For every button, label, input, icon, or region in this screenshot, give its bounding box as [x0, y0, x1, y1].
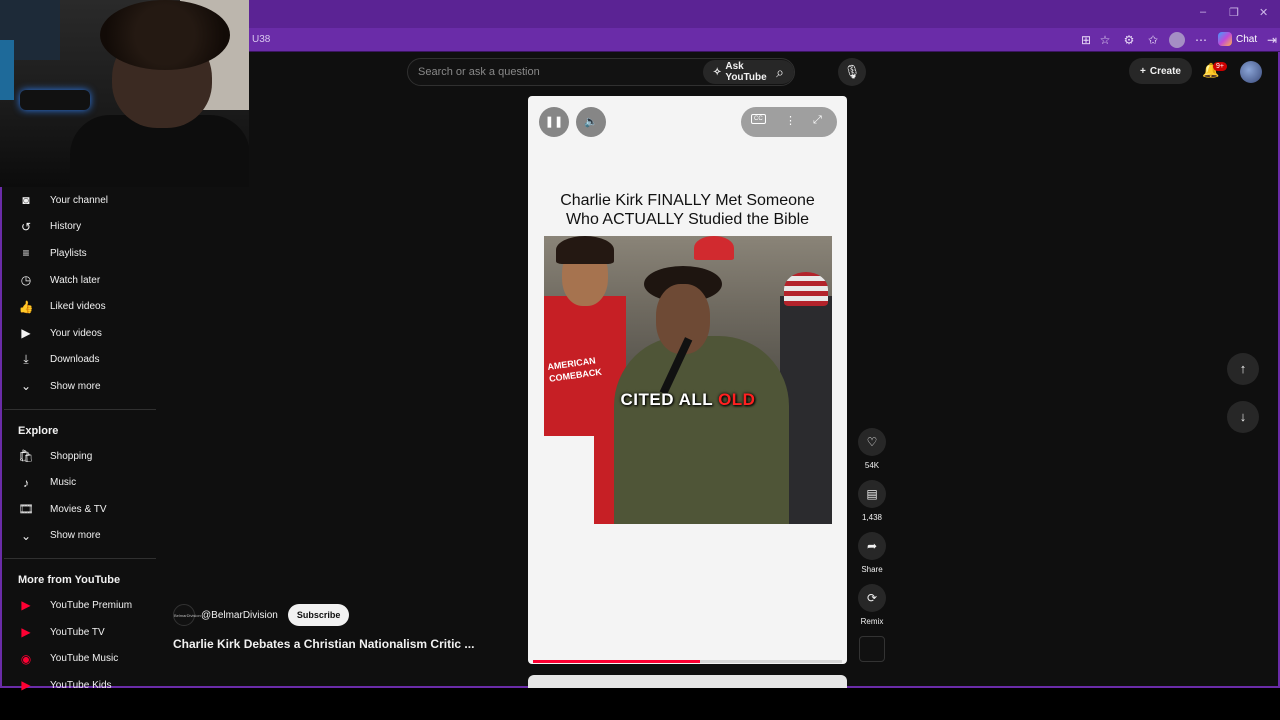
captions-icon[interactable]: CC	[751, 114, 766, 124]
microphone-icon[interactable]: 🎙	[838, 58, 866, 86]
chat-label: Chat	[1236, 33, 1258, 45]
chevron-down-icon: ⌄	[20, 528, 32, 543]
arrow-down-icon[interactable]: ↓	[1227, 401, 1259, 433]
sidebar-item-watch-later[interactable]: ◷ Watch later	[4, 267, 156, 294]
like-action: ♡ 54K	[856, 428, 888, 480]
sidebar-item-music[interactable]: ♪ Music	[4, 469, 156, 496]
sound-action	[856, 636, 888, 666]
streamer-microphone	[20, 90, 90, 110]
webcam-overlay	[0, 0, 249, 187]
account-avatar[interactable]	[1240, 61, 1262, 83]
film-icon: 🎞	[18, 502, 34, 517]
sidebar-item-history[interactable]: ↺ History	[4, 214, 156, 241]
more-options-icon[interactable]: ⋯	[1193, 32, 1209, 48]
favorite-star-icon[interactable]: ☆	[1097, 32, 1113, 48]
remix-action: ⟳ Remix	[856, 584, 888, 636]
shorts-player[interactable]: ❚❚ 🔈 CC ⋮ ⤢ Charlie Kirk FINALLY Met Som…	[528, 96, 847, 664]
download-icon: ⤓	[23, 352, 29, 367]
heart-icon[interactable]: ♡	[858, 428, 886, 456]
youtube-kids-icon: ▶	[21, 678, 31, 693]
volume-icon[interactable]: 🔈	[576, 107, 606, 137]
sidebar-item-explore-show-more[interactable]: ⌄ Show more	[4, 523, 156, 550]
remix-label: Remix	[860, 617, 884, 626]
search-input[interactable]: Search or ask a question	[418, 66, 540, 78]
sidebar-item-your-videos[interactable]: ▶ Your videos	[4, 320, 156, 347]
player-controls-pill: CC ⋮ ⤢	[741, 107, 837, 137]
person-box-icon: ◙	[22, 193, 30, 208]
create-label: Create	[1149, 65, 1181, 77]
youtube-tv-icon: ▶	[21, 625, 31, 640]
profile-icon[interactable]	[1169, 32, 1185, 48]
sidebar-item-downloads[interactable]: ⤓ Downloads	[4, 347, 156, 374]
comment-icon[interactable]: ▤	[858, 480, 886, 508]
minimize-icon[interactable]: –	[1200, 6, 1206, 18]
sidebar-item-shopping[interactable]: 🛍 Shopping	[4, 443, 156, 470]
comment-action: ▤ 1,438	[856, 480, 888, 532]
progress-bar[interactable]	[533, 660, 842, 663]
arrow-up-icon[interactable]: ↑	[1227, 353, 1259, 385]
app-icon[interactable]: ⊞	[1078, 32, 1094, 48]
shorts-actions: ♡ 54K ▤ 1,438 ➦ Share ⟳ Remix	[856, 428, 888, 666]
sparkle-icon: ✧	[713, 66, 722, 78]
video-icon: ▶	[21, 326, 31, 341]
next-short-peek[interactable]	[528, 675, 847, 688]
sidebar-item-show-more[interactable]: ⌄ Show more	[4, 373, 156, 400]
channel-handle[interactable]: @BelmarDivision	[201, 610, 278, 621]
search-box[interactable]: Search or ask a question ✧ Ask YouTube ⌕	[407, 58, 795, 86]
channel-avatar[interactable]: BelmarDivision	[173, 604, 201, 626]
create-button[interactable]: + Create	[1129, 58, 1192, 84]
maximize-icon[interactable]: ❐	[1229, 6, 1239, 19]
video-frame: AMERICAN COMEBACK CITED ALL OLD	[544, 236, 832, 524]
more-from-youtube-heading: More from YouTube	[18, 574, 121, 587]
history-icon: ↺	[20, 219, 32, 234]
explore-heading: Explore	[18, 424, 59, 437]
pause-icon[interactable]: ❚❚	[539, 107, 569, 137]
sidebar-divider	[4, 408, 156, 410]
youtube-music-icon: ◉	[20, 651, 32, 666]
extension-icon[interactable]: ⚙	[1121, 32, 1137, 48]
sidebar-item-playlists[interactable]: ≡ Playlists	[4, 240, 156, 267]
sidebar-divider	[4, 558, 156, 560]
clock-icon: ◷	[20, 273, 32, 288]
share-label: Share	[861, 565, 883, 574]
comment-count: 1,438	[861, 513, 883, 522]
youtube-premium-icon: ▶	[21, 598, 31, 613]
close-icon[interactable]: ✕	[1259, 6, 1268, 19]
sidebar-toggle-icon[interactable]: ⇥	[1264, 32, 1280, 48]
thumbs-up-icon: 👍	[18, 299, 34, 314]
person-center	[614, 336, 789, 524]
favorites-icon[interactable]: ✩	[1145, 32, 1161, 48]
more-vert-icon[interactable]: ⋮	[785, 114, 796, 127]
remix-icon[interactable]: ⟳	[858, 584, 886, 612]
share-icon[interactable]: ➦	[858, 532, 886, 560]
sound-thumbnail[interactable]	[859, 636, 885, 662]
sidebar-item-your-channel[interactable]: ◙ Your channel	[4, 187, 156, 214]
subscribe-button[interactable]: Subscribe	[287, 604, 350, 626]
short-title[interactable]: Charlie Kirk Debates a Christian Nationa…	[173, 637, 474, 651]
plus-icon: +	[1140, 65, 1146, 77]
share-action: ➦ Share	[856, 532, 888, 584]
sidebar-item-youtube-premium[interactable]: ▶ YouTube Premium	[4, 592, 156, 619]
playlists-icon: ≡	[22, 246, 30, 261]
address-bar[interactable]: U38	[252, 34, 270, 45]
sidebar-item-movies-tv[interactable]: 🎞 Movies & TV	[4, 496, 156, 523]
like-count: 54K	[864, 461, 880, 470]
channel-row: BelmarDivision @BelmarDivision Subscribe	[173, 604, 350, 626]
search-icon[interactable]: ⌕	[768, 60, 792, 84]
burned-in-caption: CITED ALL OLD	[620, 390, 756, 409]
shopping-bag-icon: 🛍	[18, 449, 34, 464]
fullscreen-icon[interactable]: ⤢	[813, 114, 822, 127]
copilot-icon	[1218, 32, 1232, 46]
video-overlay-title: Charlie Kirk FINALLY Met Someone Who ACT…	[560, 192, 815, 228]
sidebar-item-youtube-music[interactable]: ◉ YouTube Music	[4, 645, 156, 672]
chat-button[interactable]: Chat	[1218, 32, 1257, 46]
sidebar-item-youtube-kids[interactable]: ▶ YouTube Kids	[4, 672, 156, 699]
notification-badge: 9+	[1213, 62, 1227, 71]
chevron-down-icon: ⌄	[20, 379, 32, 394]
guide-sidebar: ◙ Your channel ↺ History ≡ Playlists ◷ W…	[4, 187, 156, 699]
music-note-icon: ♪	[23, 475, 29, 490]
sidebar-item-liked-videos[interactable]: 👍 Liked videos	[4, 293, 156, 320]
progress-fill	[533, 660, 700, 663]
sidebar-item-youtube-tv[interactable]: ▶ YouTube TV	[4, 619, 156, 646]
